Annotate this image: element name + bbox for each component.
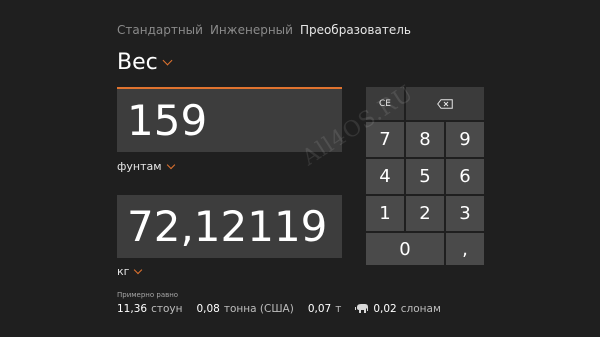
from-unit-selector[interactable]: фунтам [117, 160, 175, 173]
input-value-field[interactable]: 159 [117, 87, 342, 152]
category-label: Вес [117, 50, 158, 75]
digit-7-button[interactable]: 7 [366, 122, 404, 157]
digit-9-button[interactable]: 9 [446, 122, 484, 157]
equivalent-value: 11,36 [117, 303, 148, 315]
category-selector[interactable]: Вес [117, 50, 173, 75]
clear-entry-label: CE [379, 98, 391, 109]
chevron-down-icon [134, 265, 143, 274]
equivalent-item: 0,02 слонам [355, 303, 441, 315]
keypad: CE 7 8 9 4 5 6 1 2 3 0 , [366, 87, 485, 265]
digit-5-button[interactable]: 5 [406, 159, 444, 194]
equivalent-unit: стоун [151, 303, 183, 315]
equivalent-unit: слонам [400, 303, 441, 315]
equivalent-unit: тонна (США) [223, 303, 294, 315]
equivalent-item: 0,07 т [308, 303, 342, 315]
decimal-separator-button[interactable]: , [446, 233, 484, 265]
input-value: 159 [127, 96, 208, 145]
output-value: 72,12119 [127, 202, 328, 251]
equivalent-item: 0,08 тонна (США) [196, 303, 293, 315]
equivalent-item: 11,36 стоун [117, 303, 182, 315]
equivalent-value: 0,02 [373, 303, 397, 315]
elephant-icon [355, 304, 369, 313]
digit-2-button[interactable]: 2 [406, 196, 444, 231]
equivalents-list: 11,36 стоун 0,08 тонна (США) 0,07 т 0,02… [117, 303, 441, 315]
digit-6-button[interactable]: 6 [446, 159, 484, 194]
calculator-window: Стандартный Инженерный Преобразователь В… [0, 0, 600, 337]
approx-label: Примерно равно [117, 291, 179, 299]
backspace-button[interactable] [406, 87, 484, 120]
equivalent-value: 0,08 [196, 303, 220, 315]
to-unit-selector[interactable]: кг [117, 265, 143, 278]
clear-entry-button[interactable]: CE [366, 87, 404, 120]
digit-4-button[interactable]: 4 [366, 159, 404, 194]
tab-scientific[interactable]: Инженерный [210, 23, 293, 37]
from-unit-label: фунтам [117, 160, 162, 173]
to-unit-label: кг [117, 265, 130, 278]
chevron-down-icon [166, 160, 175, 169]
tab-converter[interactable]: Преобразователь [300, 23, 411, 37]
digit-3-button[interactable]: 3 [446, 196, 484, 231]
equivalent-unit: т [335, 303, 342, 315]
tab-standard[interactable]: Стандартный [117, 23, 203, 37]
equivalent-value: 0,07 [307, 303, 332, 315]
digit-8-button[interactable]: 8 [406, 122, 444, 157]
digit-1-button[interactable]: 1 [366, 196, 404, 231]
mode-tabs: Стандартный Инженерный Преобразователь [117, 23, 411, 37]
output-value-field[interactable]: 72,12119 [117, 195, 342, 258]
chevron-down-icon [162, 55, 173, 66]
backspace-icon [437, 98, 453, 109]
digit-0-button[interactable]: 0 [366, 233, 444, 265]
